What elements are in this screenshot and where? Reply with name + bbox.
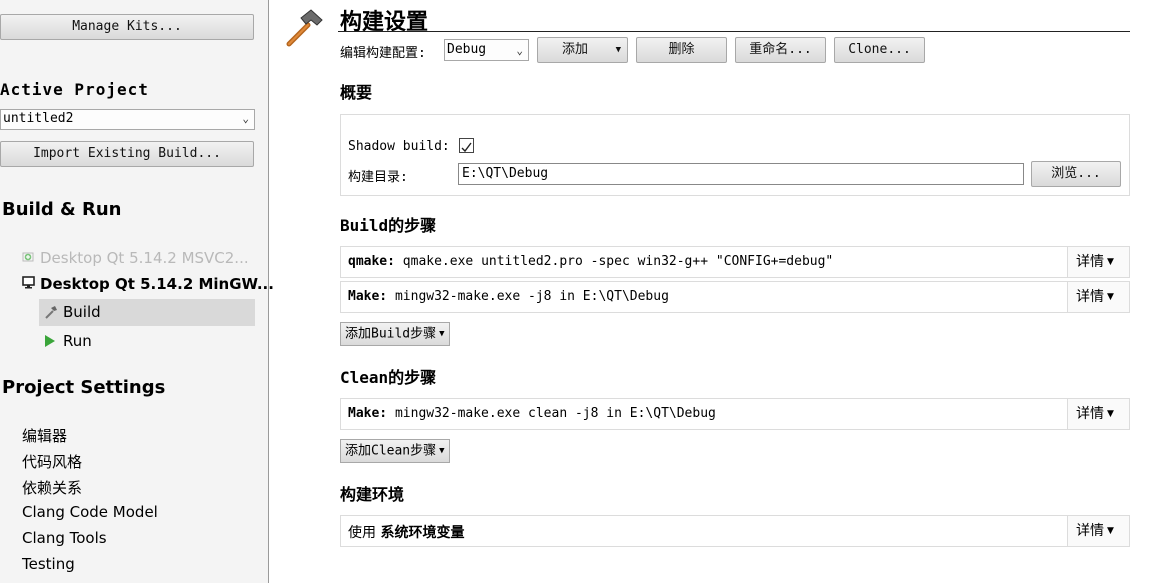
env-prefix: 使用 xyxy=(348,525,376,541)
tree-item-run[interactable]: Run xyxy=(39,328,255,355)
tree-item-build[interactable]: Build xyxy=(39,299,255,326)
dropdown-arrow-icon: ▼ xyxy=(615,45,621,55)
dropdown-arrow-icon: ▼ xyxy=(439,329,445,339)
build-step-qmake-text: qmake: qmake.exe untitled2.pro -spec win… xyxy=(348,254,833,269)
project-select[interactable]: untitled2 ⌄ xyxy=(0,109,255,130)
project-settings-heading: Project Settings xyxy=(2,377,166,398)
step-name: Make: xyxy=(348,289,388,304)
shadow-build-checkbox[interactable] xyxy=(459,138,474,153)
overview-panel: Shadow build: 构建目录: E:\QT\Debug 浏览... xyxy=(340,114,1130,196)
hammer-icon xyxy=(44,304,58,323)
build-step-make-text: Make: mingw32-make.exe -j8 in E:\QT\Debu… xyxy=(348,289,669,304)
sidebar: Manage Kits... Active Project untitled2 … xyxy=(0,0,274,583)
step-command: qmake.exe untitled2.pro -spec win32-g++ … xyxy=(402,254,834,269)
add-config-button[interactable]: 添加 ▼ xyxy=(537,37,628,63)
clone-config-button[interactable]: Clone... xyxy=(834,37,925,63)
tree-item-build-label: Build xyxy=(63,303,101,321)
active-project-heading: Active Project xyxy=(0,80,149,99)
settings-item-code-style[interactable]: 代码风格 xyxy=(22,451,82,472)
hammer-icon xyxy=(284,6,326,52)
config-select-value: Debug xyxy=(447,42,487,57)
project-select-value: untitled2 xyxy=(3,111,74,126)
step-name: qmake: xyxy=(348,254,395,269)
add-config-label: 添加 xyxy=(562,42,589,57)
import-existing-build-button[interactable]: Import Existing Build... xyxy=(0,141,254,167)
dropdown-arrow-icon: ▼ xyxy=(1107,409,1114,419)
clean-steps-heading: Clean的步骤 xyxy=(340,368,437,387)
step-command: mingw32-make.exe -j8 in E:\QT\Debug xyxy=(394,289,669,304)
run-play-icon xyxy=(44,333,56,352)
add-build-step-button[interactable]: 添加Build步骤 ▼ xyxy=(340,322,450,346)
add-build-step-label: 添加Build步骤 xyxy=(345,326,437,342)
settings-item-dependencies[interactable]: 依赖关系 xyxy=(22,477,82,498)
settings-item-editor[interactable]: 编辑器 xyxy=(22,425,67,446)
step-command: mingw32-make.exe clean -j8 in E:\QT\Debu… xyxy=(394,406,716,421)
build-run-heading: Build & Run xyxy=(2,199,122,220)
chevron-down-icon: ⌄ xyxy=(242,112,249,125)
step-details-button[interactable]: 详情 ▼ xyxy=(1067,399,1129,429)
add-clean-step-label: 添加Clean步骤 xyxy=(345,443,437,459)
build-dir-label: 构建目录: xyxy=(348,170,408,185)
build-steps-heading: Build的步骤 xyxy=(340,216,437,235)
build-env-text: 使用 系统环境变量 xyxy=(348,522,464,542)
delete-config-button[interactable]: 删除 xyxy=(636,37,727,63)
details-label: 详情 xyxy=(1076,254,1104,270)
browse-button[interactable]: 浏览... xyxy=(1031,161,1121,187)
title-divider xyxy=(338,31,1130,32)
config-select[interactable]: Debug ⌄ xyxy=(444,39,529,61)
dropdown-arrow-icon: ▼ xyxy=(1107,292,1114,302)
clean-step-make: Make: mingw32-make.exe clean -j8 in E:\Q… xyxy=(340,398,1130,430)
dropdown-arrow-icon: ▼ xyxy=(1107,526,1114,536)
details-label: 详情 xyxy=(1076,289,1104,305)
build-dir-input[interactable]: E:\QT\Debug xyxy=(458,163,1024,185)
settings-item-clang-code-model[interactable]: Clang Code Model xyxy=(22,503,158,521)
add-kit-icon xyxy=(22,249,40,267)
overview-heading: 概要 xyxy=(340,83,373,102)
build-env-row: 使用 系统环境变量 详情 ▼ xyxy=(340,515,1130,547)
step-details-button[interactable]: 详情 ▼ xyxy=(1067,282,1129,312)
settings-item-testing[interactable]: Testing xyxy=(22,555,75,573)
rename-config-button[interactable]: 重命名... xyxy=(735,37,826,63)
build-step-make: Make: mingw32-make.exe -j8 in E:\QT\Debu… xyxy=(340,281,1130,313)
details-label: 详情 xyxy=(1076,523,1104,539)
kit-msvc[interactable]: Desktop Qt 5.14.2 MSVC2... xyxy=(22,249,249,267)
shadow-build-label: Shadow build: xyxy=(348,139,450,154)
dropdown-arrow-icon: ▼ xyxy=(1107,257,1114,267)
clean-step-make-text: Make: mingw32-make.exe clean -j8 in E:\Q… xyxy=(348,406,716,421)
env-value: 系统环境变量 xyxy=(380,525,465,541)
edit-config-label: 编辑构建配置: xyxy=(340,46,426,61)
step-details-button[interactable]: 详情 ▼ xyxy=(1067,247,1129,277)
kit-msvc-label: Desktop Qt 5.14.2 MSVC2... xyxy=(40,249,249,267)
tree-item-run-label: Run xyxy=(63,332,92,350)
kit-mingw[interactable]: Desktop Qt 5.14.2 MinGW... xyxy=(22,275,274,293)
add-clean-step-button[interactable]: 添加Clean步骤 ▼ xyxy=(340,439,450,463)
build-settings-panel: 构建设置 编辑构建配置: Debug ⌄ 添加 ▼ 删除 重命名... Clon… xyxy=(270,0,1159,583)
step-name: Make: xyxy=(348,406,388,421)
env-details-button[interactable]: 详情 ▼ xyxy=(1067,516,1129,546)
build-step-qmake: qmake: qmake.exe untitled2.pro -spec win… xyxy=(340,246,1130,278)
details-label: 详情 xyxy=(1076,406,1104,422)
checkmark-icon xyxy=(461,142,472,153)
dropdown-arrow-icon: ▼ xyxy=(439,446,445,456)
chevron-down-icon: ⌄ xyxy=(516,44,523,57)
kit-mingw-label: Desktop Qt 5.14.2 MinGW... xyxy=(40,275,274,293)
manage-kits-button[interactable]: Manage Kits... xyxy=(0,14,254,40)
build-env-heading: 构建环境 xyxy=(340,485,405,504)
monitor-icon xyxy=(22,275,40,293)
settings-item-clang-tools[interactable]: Clang Tools xyxy=(22,529,107,547)
